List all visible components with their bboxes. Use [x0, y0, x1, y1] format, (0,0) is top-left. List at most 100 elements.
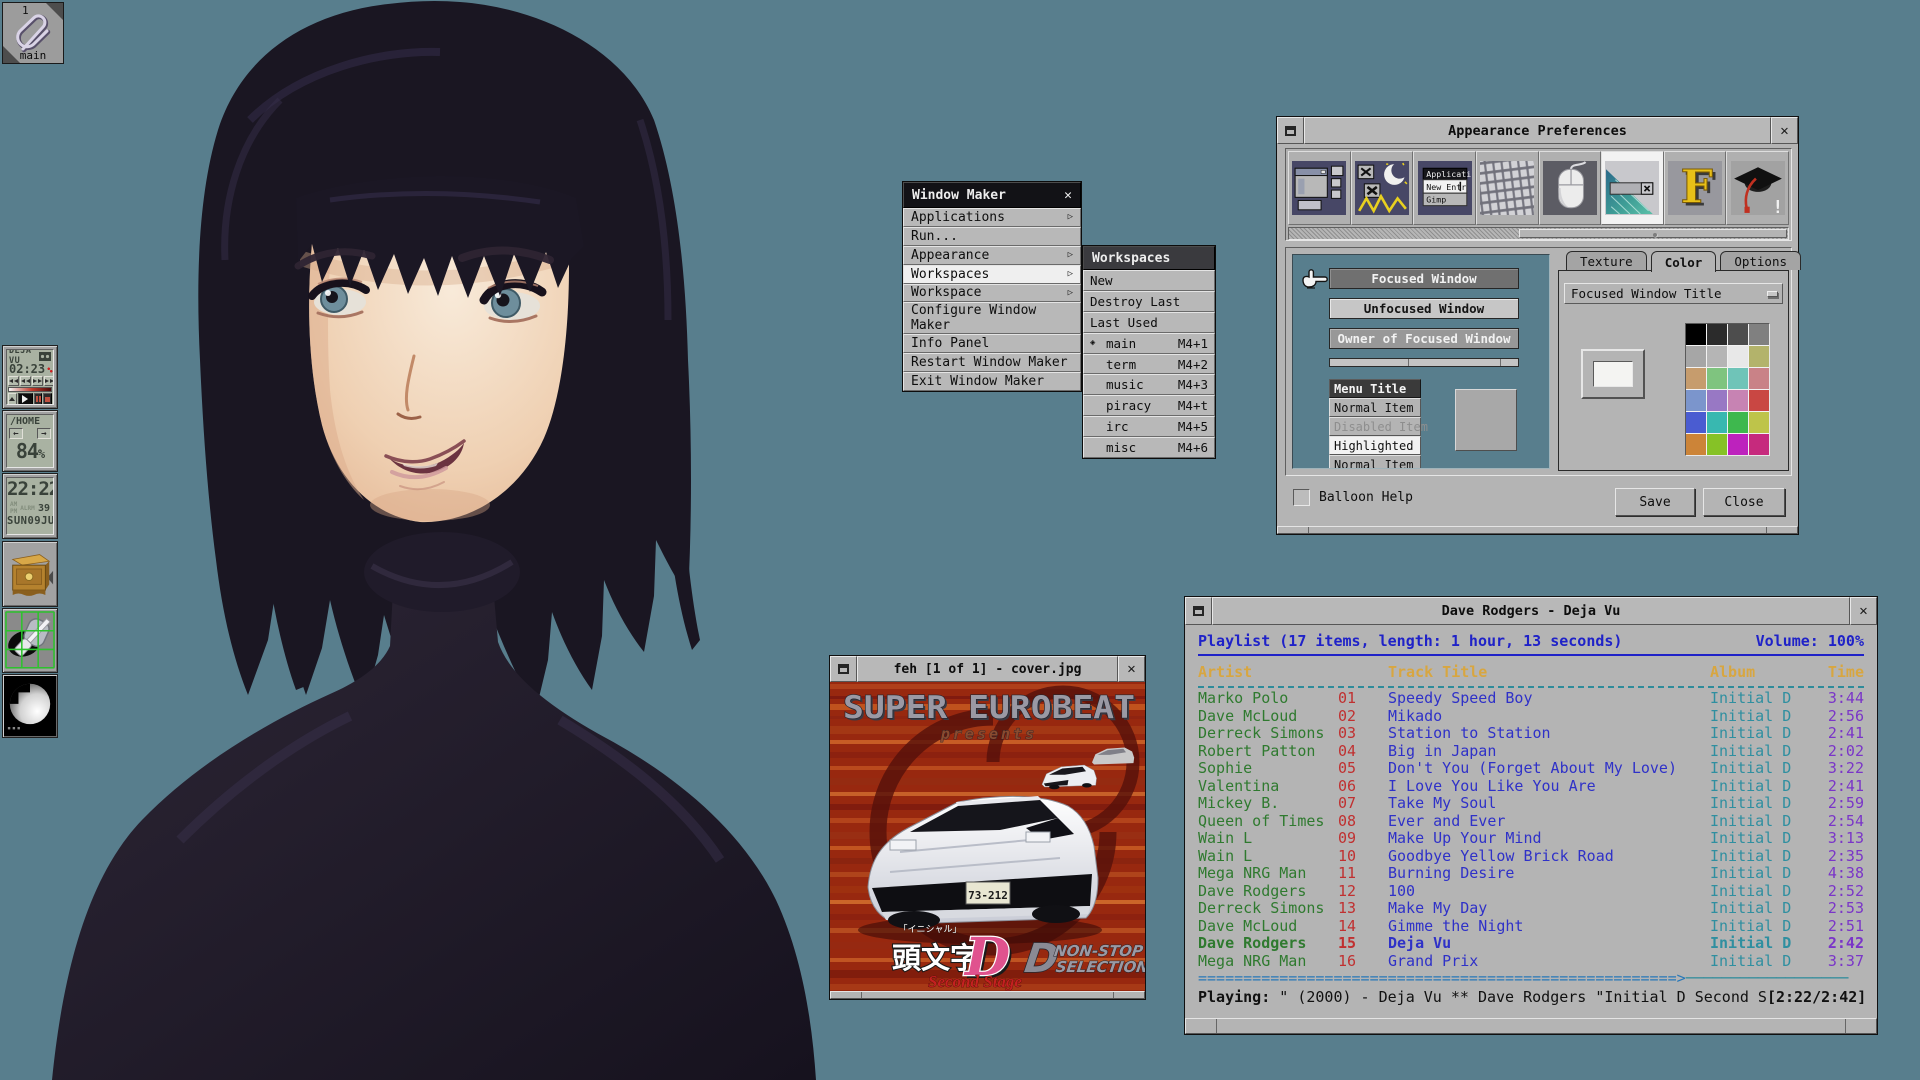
mouse-section-icon[interactable]: [1539, 151, 1602, 225]
workspace-menu-item[interactable]: irc M4+5: [1083, 416, 1215, 437]
keyboard-section-icon[interactable]: [1476, 151, 1539, 225]
section-scrollbar[interactable]: [1288, 227, 1789, 240]
dockapp-clock[interactable]: 22:22 AMPM ALRM 39 SUN09JUL: [2, 473, 58, 539]
color-well[interactable]: [1581, 349, 1645, 399]
next-track-button[interactable]: [44, 376, 54, 386]
color-target-dropdown[interactable]: Focused Window Title: [1564, 283, 1783, 304]
eject-button[interactable]: [8, 393, 17, 405]
balloon-help-checkbox[interactable]: [1293, 489, 1310, 506]
dockapp-drawer[interactable]: [2, 541, 58, 607]
player-resizebar[interactable]: [1185, 1018, 1877, 1034]
menu-preview-row[interactable]: Disabled Item: [1329, 417, 1421, 436]
player-titlebar[interactable]: Dave Rodgers - Deja Vu ✕: [1185, 597, 1877, 625]
icon-preview[interactable]: [1455, 389, 1517, 451]
dockapp-music-player[interactable]: DEJA VU 02:23 85: [2, 345, 58, 409]
disk-prev-button[interactable]: ←: [9, 428, 23, 439]
menu-preview-row[interactable]: Normal Item: [1329, 398, 1421, 417]
playlist-row[interactable]: Dave McLoud 02 Mikado Initial D 2:56: [1198, 708, 1864, 726]
playlist-row[interactable]: Dave Rodgers 15 Deja Vu Initial D 2:42: [1198, 935, 1864, 953]
menu-item[interactable]: Run...: [903, 227, 1081, 246]
disk-next-button[interactable]: →: [37, 428, 51, 439]
palette-color[interactable]: [1728, 390, 1748, 411]
miniaturize-button[interactable]: [1277, 117, 1304, 144]
menu-item[interactable]: Applications ▷: [903, 208, 1081, 227]
palette-color[interactable]: [1707, 434, 1727, 455]
playlist-row[interactable]: Derreck Simons 03 Station to Station Ini…: [1198, 725, 1864, 743]
tab[interactable]: Options: [1720, 251, 1801, 270]
playlist-row[interactable]: Dave McLoud 14 Gimme the Night Initial D…: [1198, 918, 1864, 936]
expert-section-icon[interactable]: !: [1726, 151, 1789, 225]
menu-item[interactable]: Exit Window Maker: [903, 372, 1081, 391]
close-button[interactable]: ✕: [1771, 117, 1798, 144]
playlist-row[interactable]: Wain L 10 Goodbye Yellow Brick Road Init…: [1198, 848, 1864, 866]
close-button-wprefs[interactable]: Close: [1703, 488, 1785, 516]
unfocused-window-preview[interactable]: Unfocused Window: [1329, 298, 1519, 319]
close-icon[interactable]: ✕: [1850, 597, 1877, 625]
playlist-row[interactable]: Derreck Simons 13 Make My Day Initial D …: [1198, 900, 1864, 918]
palette-color[interactable]: [1707, 412, 1727, 433]
tab[interactable]: Texture: [1566, 251, 1647, 270]
playlist-row[interactable]: Valentina 06 I Love You Like You Are Ini…: [1198, 778, 1864, 796]
workspace-menu-item[interactable]: piracy M4+t: [1083, 395, 1215, 416]
palette-color[interactable]: [1707, 368, 1727, 389]
playlist-row[interactable]: Mega NRG Man 11 Burning Desire Initial D…: [1198, 865, 1864, 883]
palette-color[interactable]: [1749, 346, 1769, 367]
playlist-row[interactable]: Dave Rodgers 12 100 Initial D 2:52: [1198, 883, 1864, 901]
palette-color[interactable]: [1707, 390, 1727, 411]
palette-color[interactable]: [1728, 368, 1748, 389]
palette-color[interactable]: [1707, 346, 1727, 367]
palette-color[interactable]: [1686, 390, 1706, 411]
workspaces-submenu-titlebar[interactable]: Workspaces: [1083, 246, 1215, 270]
feh-titlebar[interactable]: feh [1 of 1] - cover.jpg ✕: [830, 656, 1145, 682]
menu-item[interactable]: Configure Window Maker: [903, 302, 1081, 334]
playlist-row[interactable]: Robert Patton 04 Big in Japan Initial D …: [1198, 743, 1864, 761]
menu-item[interactable]: Restart Window Maker: [903, 353, 1081, 372]
focused-window-preview[interactable]: Focused Window: [1329, 268, 1519, 289]
menu-preview-row[interactable]: Normal Item: [1329, 455, 1421, 469]
palette-color[interactable]: [1686, 324, 1706, 345]
workspace-menu-item[interactable]: term M4+2: [1083, 354, 1215, 375]
palette-color[interactable]: [1686, 434, 1706, 455]
animations-section-icon[interactable]: [1351, 151, 1414, 225]
palette-color[interactable]: [1749, 434, 1769, 455]
workspace-menu-item[interactable]: New: [1083, 270, 1215, 291]
tab[interactable]: Color: [1651, 251, 1717, 272]
palette-color[interactable]: [1749, 368, 1769, 389]
appearance-section-icon[interactable]: [1601, 151, 1664, 225]
menu-preview-row[interactable]: Highlighted: [1329, 436, 1421, 455]
workspace-menu-item[interactable]: ◈ main M4+1: [1083, 333, 1215, 354]
menu-prefs-section-icon[interactable]: Applicati New Entr Gimp: [1413, 151, 1476, 225]
palette-color[interactable]: [1707, 324, 1727, 345]
stop-button[interactable]: [43, 393, 52, 405]
pause-button[interactable]: [34, 393, 43, 405]
track-progress-bar[interactable]: [8, 387, 52, 392]
root-menu-titlebar[interactable]: Window Maker ✕: [903, 182, 1081, 208]
playlist-row[interactable]: Mickey B. 07 Take My Soul Initial D 2:59: [1198, 795, 1864, 813]
menu-item[interactable]: Workspaces ▷: [903, 265, 1081, 284]
scrollbar-knob[interactable]: [1519, 229, 1787, 238]
menu-item[interactable]: Info Panel: [903, 334, 1081, 353]
play-button[interactable]: [18, 393, 33, 405]
palette-color[interactable]: [1686, 368, 1706, 389]
dockapp-config-tool[interactable]: [2, 608, 58, 673]
playlist-row[interactable]: Wain L 09 Make Up Your Mind Initial D 3:…: [1198, 830, 1864, 848]
dockapp-disk-monitor[interactable]: /HOME ← → 84%: [2, 410, 58, 472]
owner-window-preview[interactable]: Owner of Focused Window: [1329, 328, 1519, 349]
wprefs-resizebar[interactable]: [1277, 526, 1798, 534]
wprefs-titlebar[interactable]: Appearance Preferences ✕: [1277, 117, 1798, 144]
playlist-row[interactable]: Mega NRG Man 16 Grand Prix Initial D 3:3…: [1198, 953, 1864, 971]
menu-item[interactable]: Workspace ▷: [903, 284, 1081, 303]
dockapp-sphere[interactable]: [2, 674, 58, 738]
workspace-menu-item[interactable]: Last Used: [1083, 312, 1215, 333]
menu-item[interactable]: Appearance ▷: [903, 246, 1081, 265]
palette-color[interactable]: [1749, 324, 1769, 345]
font-section-icon[interactable]: F F: [1664, 151, 1727, 225]
miniaturize-button[interactable]: [1185, 597, 1212, 625]
close-icon[interactable]: ✕: [1064, 188, 1072, 203]
palette-color[interactable]: [1728, 346, 1748, 367]
palette-color[interactable]: [1686, 346, 1706, 367]
workspace-menu-item[interactable]: music M4+3: [1083, 374, 1215, 395]
playlist-row[interactable]: Marko Polo 01 Speedy Speed Boy Initial D…: [1198, 690, 1864, 708]
playlist-row[interactable]: Queen of Times 08 Ever and Ever Initial …: [1198, 813, 1864, 831]
feh-resizebar[interactable]: [830, 991, 1145, 999]
